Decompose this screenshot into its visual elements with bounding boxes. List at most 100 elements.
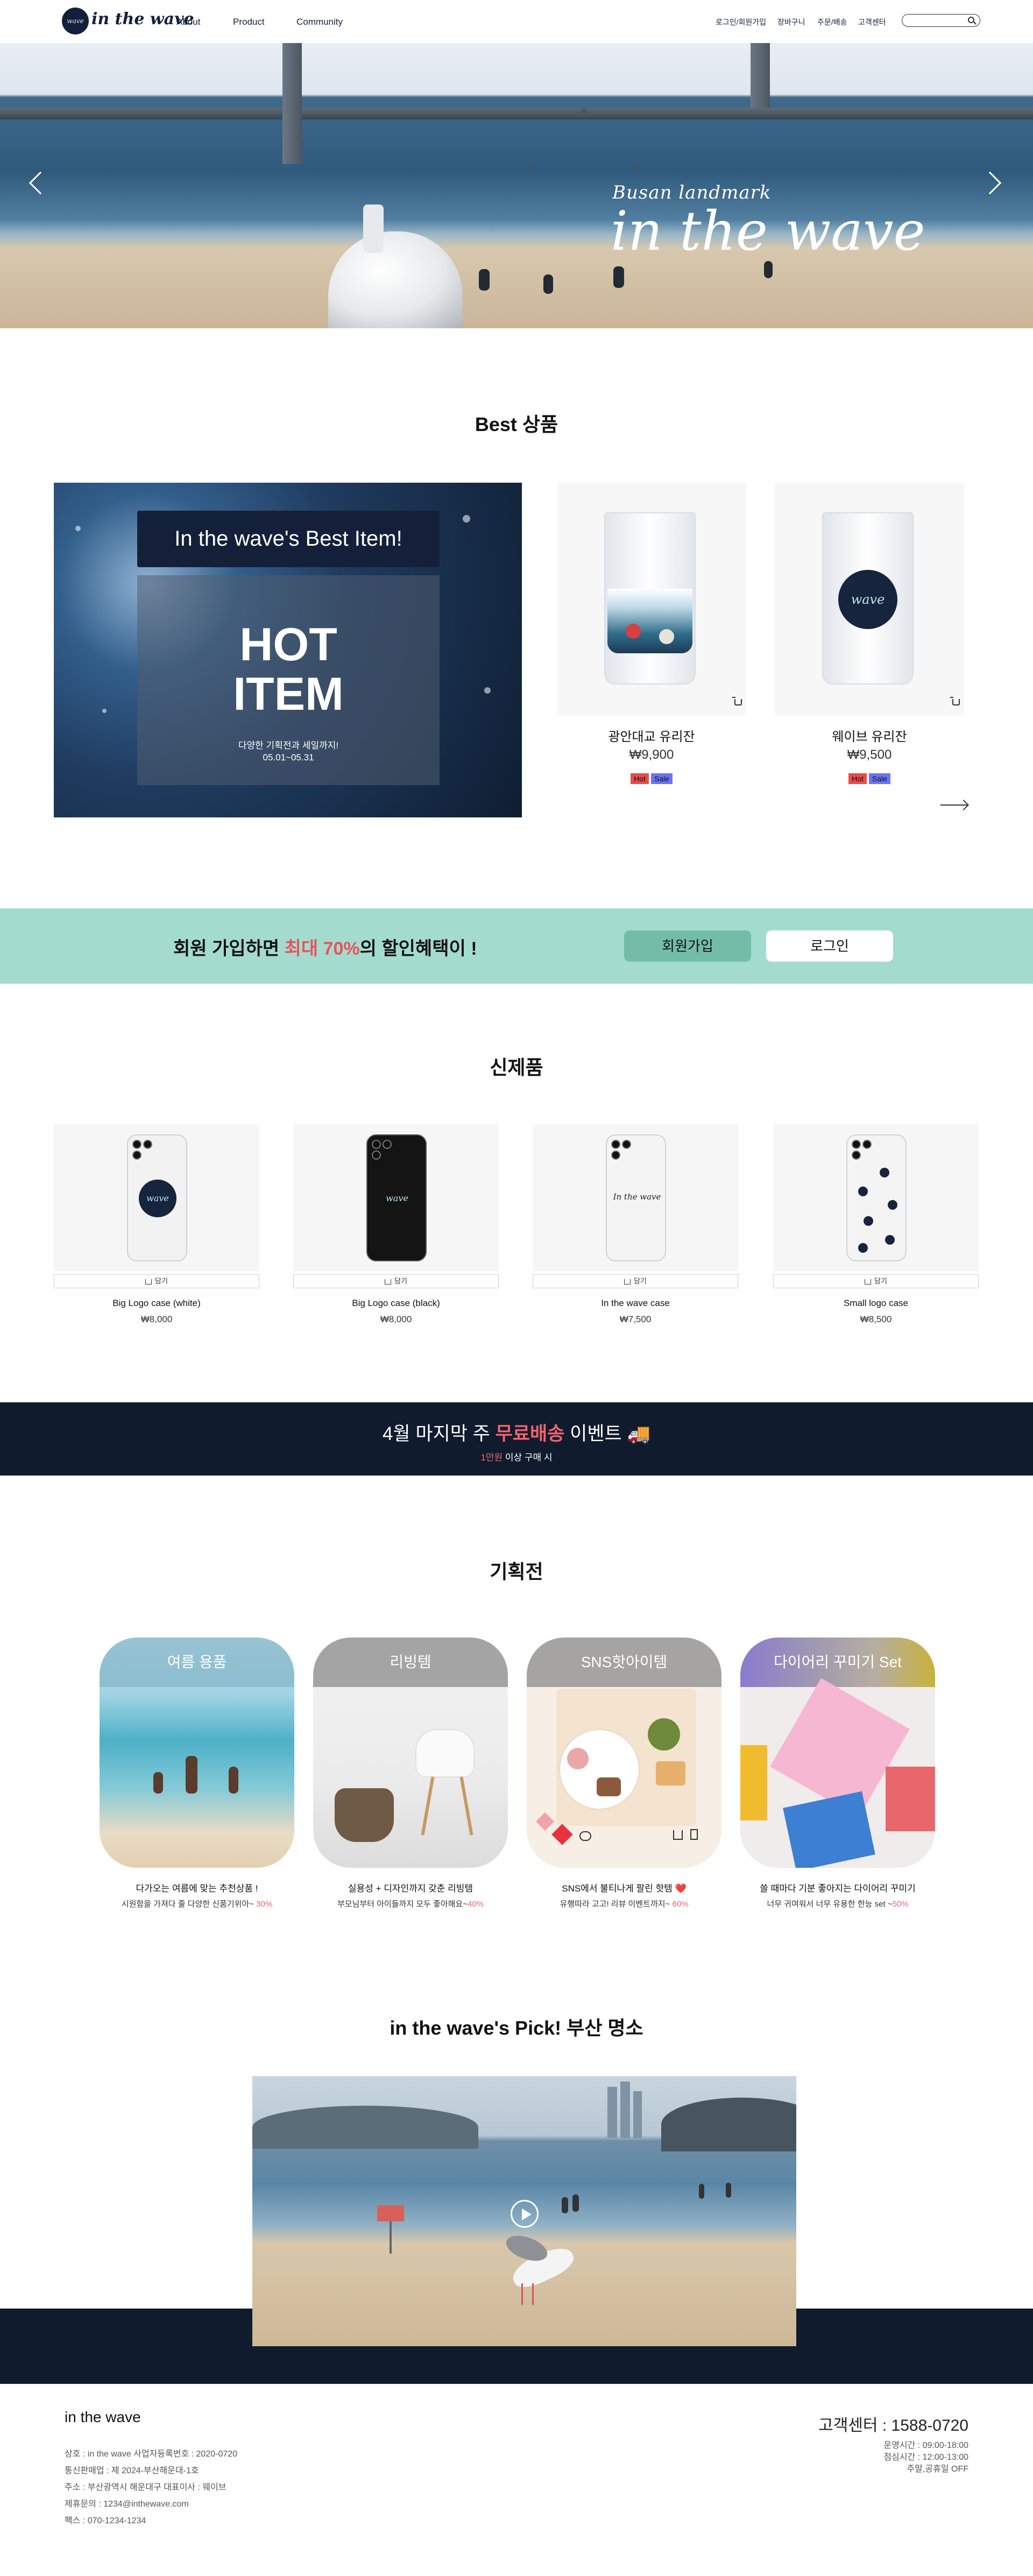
phone-case-image: In the wave xyxy=(606,1134,666,1261)
event-title-after: 이벤트 🚚 xyxy=(564,1423,651,1444)
plan-discount: 50% xyxy=(892,1900,909,1909)
cart-icon xyxy=(145,1279,152,1285)
plan-sub: 부모님부터 아이들까지 모두 좋아해요~40% xyxy=(313,1898,508,1909)
search-input[interactable] xyxy=(908,15,967,25)
person-figure xyxy=(572,2194,579,2212)
add-to-cart-button[interactable]: 담기 xyxy=(533,1274,738,1288)
best-item-banner[interactable]: In the wave's Best Item! HOT ITEM 다양한 기획… xyxy=(54,483,522,817)
search-icon[interactable] xyxy=(968,17,974,23)
plan-sub-text: 부모님부터 아이들까지 모두 좋아해요~ xyxy=(337,1900,468,1909)
event-title: 4월 마지막 주 무료배송 이벤트 🚚 xyxy=(0,1418,1033,1446)
product-price: ₩8,500 xyxy=(860,1314,892,1324)
footer-hours-line: 점심시간 : 12:00-13:00 xyxy=(883,2453,968,2462)
share-icon[interactable] xyxy=(673,1830,683,1840)
seagull-leg xyxy=(532,2283,534,2305)
product-name: Big Logo case (white) xyxy=(112,1298,201,1308)
product-image xyxy=(557,483,746,715)
glass-cup-image: wave xyxy=(822,512,914,684)
util-login-join[interactable]: 로그인/회원가입 xyxy=(716,17,766,27)
util-cart[interactable]: 장바구니 xyxy=(777,17,805,27)
hero-banner: Busan landmark in the wave xyxy=(0,43,1033,328)
bridge-pylon xyxy=(282,43,302,164)
nav-community[interactable]: Community xyxy=(296,17,343,27)
person-figure xyxy=(153,1772,163,1794)
product-name: 웨이브 유리잔 xyxy=(832,730,907,744)
util-customer-center[interactable]: 고객센터 xyxy=(858,17,886,27)
footer-info-line: 상호 : in the wave 사업자등록번호 : 2020-0720 xyxy=(65,2450,238,2459)
plan-sub-text: 유행따라 고고! 리뷰 이벤트까지~ xyxy=(560,1900,673,1909)
bridge-pylon xyxy=(751,43,770,108)
sign-image xyxy=(377,2205,404,2221)
wave-logo-print: wave xyxy=(838,570,897,629)
tower-image xyxy=(620,2081,630,2138)
join-button[interactable]: 회원가입 xyxy=(624,930,751,962)
plan-label: 여름 용품 xyxy=(100,1638,294,1687)
envelope-image xyxy=(740,1745,767,1820)
plan-sub: 유행따라 고고! 리뷰 이벤트까지~ 60% xyxy=(527,1898,721,1909)
phone-case-image: wave xyxy=(127,1134,187,1261)
cake-image xyxy=(648,1718,680,1751)
person-figure xyxy=(479,269,490,291)
person-figure xyxy=(613,266,624,288)
plan-sub: 시원함을 가져다 줄 다양한 신품기위아~ 30% xyxy=(100,1898,294,1909)
footer-hours-line: 운영시간 : 09:00-18:00 xyxy=(883,2441,968,2450)
sale-tag: Sale xyxy=(650,773,673,784)
event-sub: 1만원 이상 구매 시 xyxy=(0,1450,1033,1463)
glass-cup-image xyxy=(604,512,696,684)
search-box xyxy=(902,14,980,27)
hero-caption-big: in the wave xyxy=(611,200,925,263)
free-shipping-event-band[interactable]: 4월 마지막 주 무료배송 이벤트 🚚 1만원 이상 구매 시 xyxy=(0,1402,1033,1476)
util-order-delivery[interactable]: 주문/배송 xyxy=(817,17,847,27)
cart-icon[interactable] xyxy=(950,697,960,705)
case-logo: wave xyxy=(386,1193,408,1203)
add-to-cart-button[interactable]: 담기 xyxy=(773,1274,979,1288)
hero-prev-arrow[interactable] xyxy=(29,171,52,195)
mountain-image xyxy=(252,2106,478,2149)
footer-info-line: 통신판매업 : 제 2024-부산해운대-1호 xyxy=(65,2466,199,2475)
play-icon[interactable] xyxy=(511,2200,539,2228)
tower-image xyxy=(633,2091,642,2138)
tent-image xyxy=(328,231,463,328)
add-to-cart-button[interactable]: 담기 xyxy=(293,1274,499,1288)
best-section-title: Best 상품 xyxy=(475,413,558,435)
add-to-cart-button[interactable]: 담기 xyxy=(54,1274,259,1288)
best-next-arrow-icon[interactable] xyxy=(940,804,967,806)
bookmark-icon[interactable] xyxy=(690,1829,698,1840)
product-name: Big Logo case (black) xyxy=(352,1298,440,1308)
sparkle xyxy=(75,526,81,531)
plan-title: 실용성 + 디자인까지 갖춘 리빙템 xyxy=(348,1883,473,1894)
product-image: wave xyxy=(54,1125,259,1271)
person-figure xyxy=(726,2183,731,2198)
plan-image: 리빙템 xyxy=(313,1638,508,1868)
nav-product[interactable]: Product xyxy=(233,17,265,27)
hero-next-arrow[interactable] xyxy=(978,171,1002,195)
banner-sub-line1: 다양한 기획전과 세일까지! xyxy=(238,740,339,751)
cart-icon[interactable] xyxy=(732,697,742,705)
cart-label: 담기 xyxy=(634,1277,647,1285)
cart-label: 담기 xyxy=(155,1277,168,1285)
nav-about[interactable]: About xyxy=(176,17,200,27)
login-button[interactable]: 로그인 xyxy=(766,930,893,962)
sparkle xyxy=(463,515,470,523)
hot-line2: ITEM xyxy=(233,668,344,720)
camera-module xyxy=(132,1140,154,1161)
busan-video-player[interactable] xyxy=(252,2076,796,2346)
bridge-image xyxy=(0,108,1033,119)
logo-icon[interactable]: wave xyxy=(62,8,89,34)
plan-title: SNS에서 불티나게 팔린 핫템 ❤️ xyxy=(562,1883,687,1894)
product-image xyxy=(773,1125,979,1271)
product-tags: Hot Sale xyxy=(775,773,964,784)
cake-image xyxy=(656,1761,685,1785)
product-tags: Hot Sale xyxy=(557,773,746,784)
best-banner-hot: HOT ITEM xyxy=(137,620,440,719)
person-figure xyxy=(699,2184,704,2199)
person-figure xyxy=(764,261,773,278)
product-price: ₩9,900 xyxy=(629,747,674,762)
product-price: ₩9,500 xyxy=(847,747,892,762)
member-text-after: 의 할인혜택이 ! xyxy=(359,938,477,959)
footer-hours-line: 주말,공휴일 OFF xyxy=(907,2465,968,2474)
comment-icon[interactable] xyxy=(579,1831,591,1841)
plan-sub: 너무 귀여워서 너무 유용한 한능 set ~50% xyxy=(740,1898,935,1909)
member-text-before: 회원 가입하면 xyxy=(173,938,285,959)
cart-icon xyxy=(385,1279,392,1285)
